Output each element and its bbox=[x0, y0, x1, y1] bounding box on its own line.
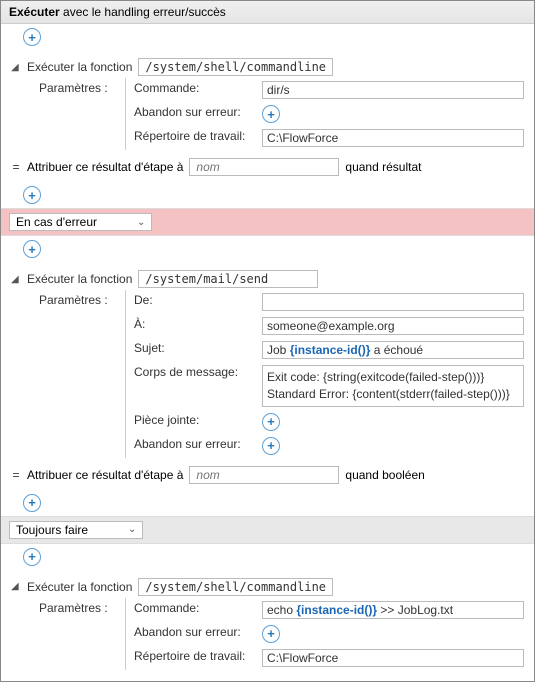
on-error-value: En cas d'erreur bbox=[16, 215, 97, 229]
on-error-section: En cas d'erreur ⌄ bbox=[1, 208, 534, 236]
chevron-down-icon: ⌄ bbox=[128, 524, 136, 535]
param-command-label: Commande: bbox=[134, 81, 254, 95]
param-subject-input[interactable]: Job {instance-id()} a échoué bbox=[262, 341, 524, 359]
add-step-row: + bbox=[1, 24, 534, 50]
parameters-label: Paramètres : bbox=[39, 598, 119, 670]
always-value: Toujours faire bbox=[16, 523, 88, 537]
param-abort-add[interactable]: + bbox=[262, 437, 280, 455]
assign-label: Attribuer ce résultat d'étape à bbox=[27, 468, 183, 482]
assign-row-2: = Attribuer ce résultat d'étape à quand … bbox=[1, 462, 534, 490]
step-1: ◢ Exécuter la fonction /system/shell/com… bbox=[1, 50, 534, 154]
param-abort-label: Abandon sur erreur: bbox=[134, 625, 254, 639]
on-error-selector[interactable]: En cas d'erreur ⌄ bbox=[9, 213, 152, 231]
param-body-label: Corps de message: bbox=[134, 365, 254, 379]
execute-function-label: Exécuter la fonction bbox=[27, 272, 132, 286]
param-attach-label: Pièce jointe: bbox=[134, 413, 254, 427]
header-title-rest: avec le handling erreur/succès bbox=[60, 5, 226, 19]
param-wd-input[interactable]: C:\FlowForce bbox=[262, 129, 524, 147]
param-body-input[interactable]: Exit code: {string(exitcode(failed-step(… bbox=[262, 365, 524, 407]
function-path-input[interactable]: /system/shell/commandline bbox=[138, 578, 333, 596]
add-step-row-error: + bbox=[1, 236, 534, 262]
param-attach-add[interactable]: + bbox=[262, 413, 280, 431]
param-command-input[interactable]: dir/s bbox=[262, 81, 524, 99]
chevron-down-icon: ⌄ bbox=[137, 217, 145, 228]
execute-function-label: Exécuter la fonction bbox=[27, 580, 132, 594]
add-step-button[interactable]: + bbox=[23, 186, 41, 204]
param-abort-add[interactable]: + bbox=[262, 105, 280, 123]
add-step-row-after-1: + bbox=[1, 182, 534, 208]
add-step-row-always: + bbox=[1, 544, 534, 570]
always-selector[interactable]: Toujours faire ⌄ bbox=[9, 521, 143, 539]
collapse-toggle[interactable]: ◢ bbox=[11, 274, 21, 285]
assign-label: Attribuer ce résultat d'étape à bbox=[27, 160, 183, 174]
assign-name-input[interactable] bbox=[189, 158, 339, 176]
param-from-label: De: bbox=[134, 293, 254, 307]
param-abort-label: Abandon sur erreur: bbox=[134, 105, 254, 119]
panel-header: Exécuter avec le handling erreur/succès bbox=[1, 1, 534, 24]
assign-name-input[interactable] bbox=[189, 466, 339, 484]
param-wd-label: Répertoire de travail: bbox=[134, 649, 254, 663]
param-to-label: À: bbox=[134, 317, 254, 331]
parameters-label: Paramètres : bbox=[39, 290, 119, 458]
add-step-row-after-2: + bbox=[1, 490, 534, 516]
collapse-toggle[interactable]: ◢ bbox=[11, 581, 21, 592]
param-wd-input[interactable]: C:\FlowForce bbox=[262, 649, 524, 667]
assign-row-1: = Attribuer ce résultat d'étape à quand … bbox=[1, 154, 534, 182]
collapse-toggle[interactable]: ◢ bbox=[11, 62, 21, 73]
param-from-input[interactable] bbox=[262, 293, 524, 311]
param-to-input[interactable]: someone@example.org bbox=[262, 317, 524, 335]
add-step-button[interactable]: + bbox=[23, 548, 41, 566]
equals-icon: = bbox=[11, 468, 21, 482]
add-step-button[interactable]: + bbox=[23, 494, 41, 512]
param-abort-add[interactable]: + bbox=[262, 625, 280, 643]
param-command-label: Commande: bbox=[134, 601, 254, 615]
assign-suffix: quand résultat bbox=[345, 160, 421, 174]
step-2: ◢ Exécuter la fonction /system/mail/send… bbox=[1, 262, 534, 462]
always-section: Toujours faire ⌄ bbox=[1, 516, 534, 544]
function-path-input[interactable]: /system/mail/send bbox=[138, 270, 318, 288]
param-subject-label: Sujet: bbox=[134, 341, 254, 355]
execute-function-label: Exécuter la fonction bbox=[27, 60, 132, 74]
param-abort-label: Abandon sur erreur: bbox=[134, 437, 254, 451]
equals-icon: = bbox=[11, 160, 21, 174]
add-step-button[interactable]: + bbox=[23, 28, 41, 46]
function-path-input[interactable]: /system/shell/commandline bbox=[138, 58, 333, 76]
header-title-bold: Exécuter bbox=[9, 5, 60, 19]
param-command-input[interactable]: echo {instance-id()} >> JobLog.txt bbox=[262, 601, 524, 619]
step-3: ◢ Exécuter la fonction /system/shell/com… bbox=[1, 570, 534, 674]
assign-suffix: quand booléen bbox=[345, 468, 424, 482]
parameters-label: Paramètres : bbox=[39, 78, 119, 150]
param-wd-label: Répertoire de travail: bbox=[134, 129, 254, 143]
add-step-button[interactable]: + bbox=[23, 240, 41, 258]
